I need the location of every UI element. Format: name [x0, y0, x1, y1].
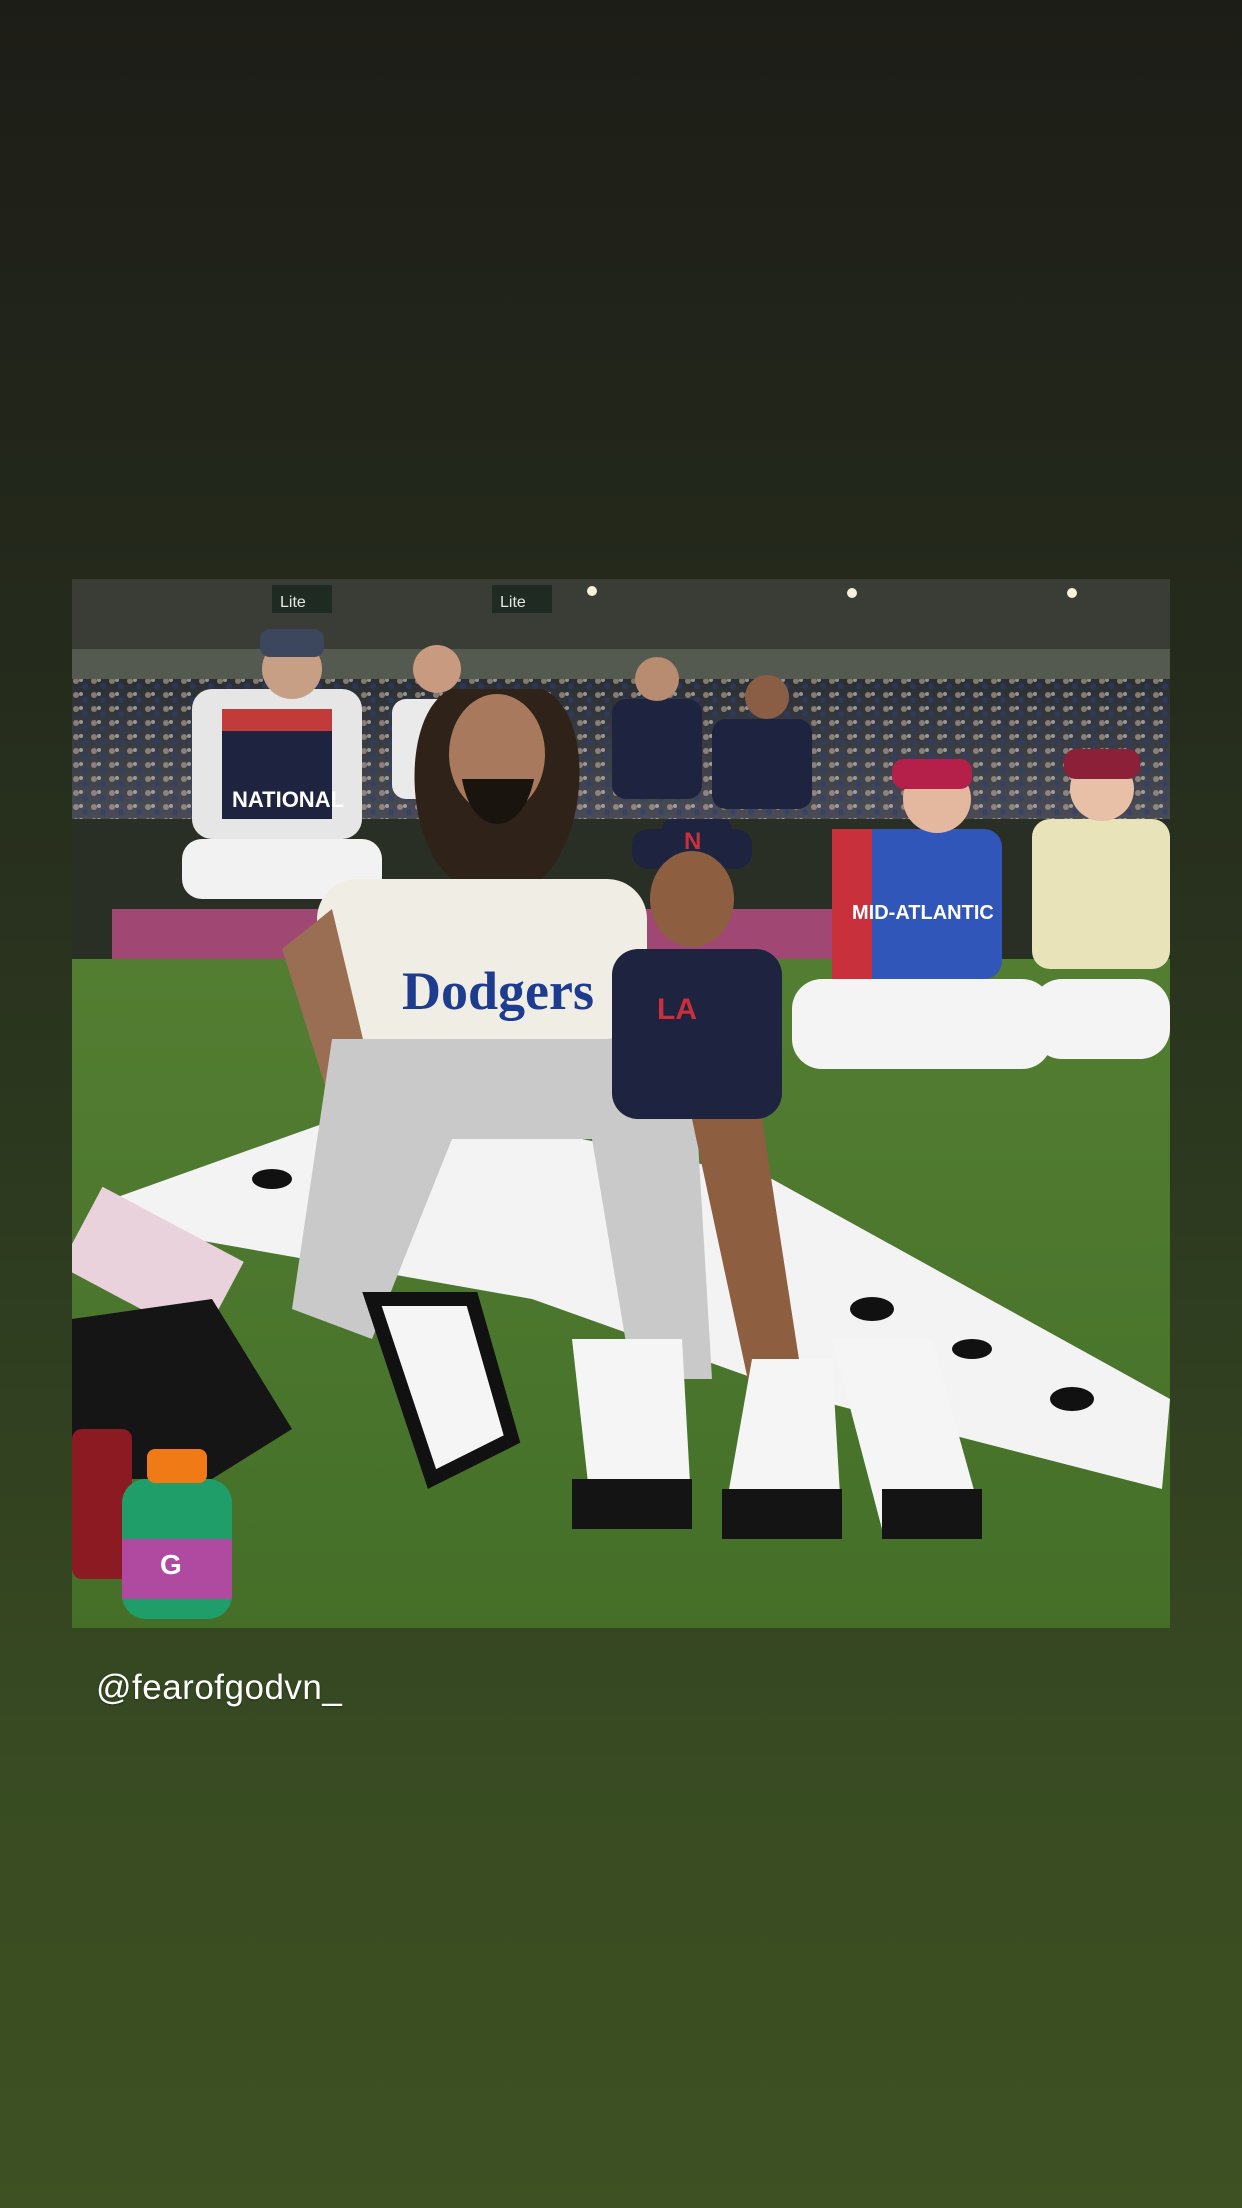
stadium-sign-left: Lite — [280, 594, 306, 611]
jersey-right-text: MID-ATLANTIC — [852, 902, 994, 924]
story-view: Lite Lite NATIONAL MID-ATLANTIC Dodgers … — [0, 0, 1242, 2208]
svg-text:N: N — [684, 828, 701, 855]
jersey-left-text: NATIONAL — [232, 787, 344, 812]
bottle-brand-text: G — [160, 1549, 182, 1580]
jersey-main-text: Dodgers — [402, 961, 594, 1021]
stadium-sign-mid: Lite — [500, 594, 526, 611]
stadium-roof — [72, 579, 1170, 659]
kid-cap-text: LA — [657, 993, 697, 1026]
mention-sticker[interactable]: @fearofgodvn_ — [96, 1668, 342, 1708]
photo-illustration: Lite Lite NATIONAL MID-ATLANTIC Dodgers … — [72, 579, 1170, 1628]
story-photo: Lite Lite NATIONAL MID-ATLANTIC Dodgers … — [72, 579, 1170, 1628]
